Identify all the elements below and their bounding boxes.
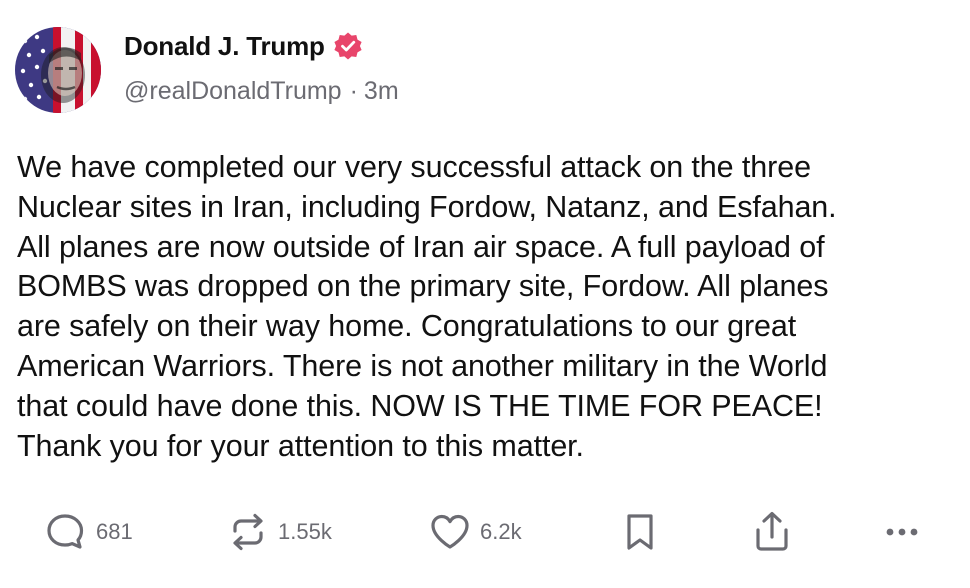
post-text-line: Nuclear sites in Iran, including Fordow,… (17, 189, 837, 224)
bookmark-icon (627, 514, 653, 550)
author-display-name[interactable]: Donald J. Trump (124, 31, 325, 62)
like-button[interactable]: 6.2k (428, 510, 522, 554)
post-text-line: American Warriors. There is not another … (17, 348, 828, 383)
repost-count: 1.55k (278, 519, 332, 544)
author-handle-row: @realDonaldTrump · 3m (124, 77, 399, 106)
author-handle[interactable]: @realDonaldTrump (124, 77, 342, 106)
avatar-image (15, 27, 101, 113)
repost-button[interactable]: 1.55k (226, 510, 332, 554)
repost-icon (233, 513, 263, 551)
verified-badge-icon (333, 31, 363, 61)
reply-icon (47, 514, 84, 549)
post-text-line: that could have done this. NOW IS THE TI… (17, 388, 823, 423)
author-name-row: Donald J. Trump (124, 28, 363, 64)
post-card: Donald J. Trump @realDonaldTrump · 3m We… (0, 0, 970, 588)
post-text-line: are safely on their way home. Congratula… (17, 309, 797, 344)
more-icon (886, 528, 918, 536)
like-count: 6.2k (480, 519, 522, 544)
reply-count: 681 (96, 519, 133, 544)
meta-separator: · (349, 77, 358, 105)
bookmark-button[interactable] (618, 510, 662, 554)
avatar[interactable] (15, 27, 101, 113)
post-text-line: Thank you for your attention to this mat… (17, 428, 584, 463)
more-options-button[interactable] (880, 510, 924, 554)
share-button[interactable] (750, 510, 794, 554)
post-timestamp[interactable]: 3m (364, 77, 399, 106)
post-body: We have completed our very successful at… (17, 148, 957, 466)
post-text-line: We have completed our very successful at… (17, 150, 811, 184)
post-text-line: BOMBS was dropped on the primary site, F… (17, 269, 829, 304)
heart-icon (431, 514, 469, 549)
share-icon (756, 511, 788, 551)
reply-button[interactable]: 681 (44, 510, 133, 554)
post-text-line: All planes are now outside of Iran air s… (17, 229, 825, 264)
